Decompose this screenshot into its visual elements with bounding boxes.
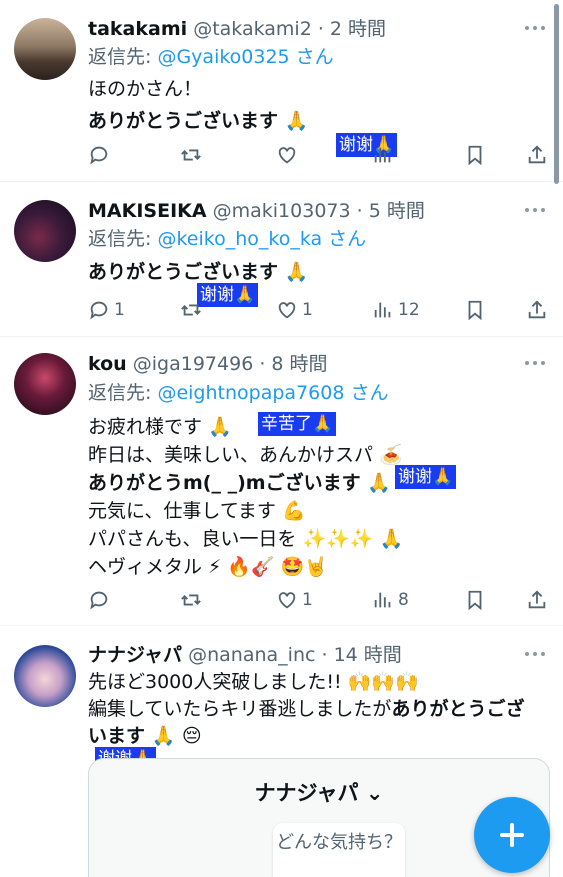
more-options-icon[interactable] [523,353,547,373]
like-count: 1 [302,590,313,610]
author-name[interactable]: ナナジャパ [88,644,182,666]
repost-button[interactable] [180,141,206,169]
bookmark-icon [468,590,482,611]
like-button[interactable] [276,141,302,169]
post-text-line: ほのかさん！ [88,78,203,100]
repost-button[interactable] [180,586,206,614]
card-prompt: どんな気持ち？ [273,823,405,877]
post-time[interactable]: · 5 時間 [357,200,425,222]
bookmark-icon [468,300,482,321]
repost-button[interactable] [180,296,206,324]
views-icon [374,302,391,318]
share-icon [528,145,546,164]
post-actions [88,141,549,169]
reply-to-link[interactable]: @Gyaiko0325 さん [157,46,333,68]
reply-to-link[interactable]: @keiko_ho_ko_ka さん [157,228,366,250]
author-handle[interactable]: @takakami2 [193,18,312,40]
reply-count: 1 [114,300,125,320]
post-time[interactable]: · 8 時間 [259,353,327,375]
views-icon [374,147,391,163]
post-header: MAKISEIKA @maki103073 · 5 時間 [88,196,523,226]
reply-prefix: 返信先: [88,382,152,404]
like-button[interactable]: 1 [276,586,313,614]
repost-icon [181,594,201,606]
author-name[interactable]: takakami [88,18,187,40]
share-icon [528,590,546,609]
repost-icon [181,304,201,316]
heart-icon [278,592,296,609]
more-options-icon[interactable] [523,200,547,220]
reply-prefix: 返信先: [88,228,152,250]
author-handle[interactable]: @nanana_inc [188,644,315,666]
post-text-line: 元気に、仕事してます 💪 [88,500,306,522]
post-header: takakami @takakami2 · 2 時間 [88,14,523,44]
reply-icon [90,301,108,320]
more-options-icon[interactable] [523,18,547,38]
post-time[interactable]: · 2 時間 [318,18,386,40]
reply-to-link[interactable]: @eightnopapa7608 さん [157,382,388,404]
post-header: ナナジャパ @nanana_inc · 14 時間 [88,640,523,670]
views-icon [374,592,391,608]
post-text-line: ありがとうm(_ _)mございます 🙏 [88,472,391,494]
views-button[interactable] [372,141,398,169]
post-text-segment: ありがとうござ [391,698,525,720]
post-text-line: ヘヴィメタル ⚡ 🔥🎸 🤩🤘 [88,556,329,578]
reply-button[interactable] [88,586,114,614]
views-button[interactable]: 12 [372,296,420,324]
like-button[interactable]: 1 [276,296,313,324]
bookmark-button[interactable] [464,586,486,614]
reply-context: 返信先: @keiko_ho_ko_ka さん [88,224,366,254]
reply-icon [90,591,108,610]
post-actions: 1 8 [88,586,549,614]
like-count: 1 [302,300,313,320]
avatar[interactable] [14,200,76,262]
translation-overlay: 辛苦了🙏 [258,412,337,436]
reply-prefix: 返信先: [88,46,152,68]
post-text-line: 昨日は、美味しい、あんかけスパ 🍝 [88,444,403,466]
author-handle[interactable]: @maki103073 [213,200,351,222]
compose-button[interactable] [474,797,550,873]
scrollbar[interactable] [554,4,559,184]
heart-icon [278,147,296,164]
post-text-line: お疲れ様です 🙏 [88,416,232,438]
translation-overlay: 谢谢🙏 [395,465,457,489]
repost-icon [181,149,201,161]
heart-icon [278,302,296,319]
share-button[interactable] [526,296,548,324]
share-button[interactable] [526,586,548,614]
post-actions: 1 1 12 [88,296,549,324]
author-name[interactable]: kou [88,353,127,375]
avatar[interactable] [14,645,76,707]
bookmark-button[interactable] [464,296,486,324]
card-title: ナナジャパ ⌄ [254,781,384,805]
reply-button[interactable]: 1 [88,296,125,324]
avatar[interactable] [14,18,76,80]
bookmark-button[interactable] [464,141,486,169]
author-handle[interactable]: @iga197496 [133,353,254,375]
reply-icon [90,146,108,165]
post-text-line: 編集していたらキリ番逃しましたがありがとうござ [88,694,524,724]
reply-button[interactable] [88,141,114,169]
post-kou[interactable]: kou @iga197496 · 8 時間 返信先: @eightnopapa7… [0,338,563,626]
avatar[interactable] [14,353,76,415]
post-time[interactable]: · 14 時間 [321,644,401,666]
post-makiseika[interactable]: MAKISEIKA @maki103073 · 5 時間 返信先: @keiko… [0,183,563,337]
post-header: kou @iga197496 · 8 時間 [88,349,523,379]
author-name[interactable]: MAKISEIKA [88,200,207,222]
reply-context: 返信先: @eightnopapa7608 さん [88,378,388,408]
reply-context: 返信先: @Gyaiko0325 さん [88,42,334,72]
post-text-line: ありがとうございます 🙏 [88,110,309,132]
more-options-icon[interactable] [523,644,547,664]
post-text-line: パパさんも、良い一日を ✨✨✨ 🙏 [88,528,404,550]
share-icon [528,300,546,319]
views-button[interactable]: 8 [372,586,409,614]
post-text-segment: 編集していたらキリ番逃しましたが [88,698,392,720]
post-text-line: 先ほど3000人突破しました!! 🙌🙌🙌 [88,671,419,693]
post-takakami[interactable]: takakami @takakami2 · 2 時間 返信先: @Gyaiko0… [0,0,563,182]
views-count: 12 [398,300,420,320]
share-button[interactable] [526,141,548,169]
views-count: 8 [398,590,409,610]
bookmark-icon [468,145,482,166]
